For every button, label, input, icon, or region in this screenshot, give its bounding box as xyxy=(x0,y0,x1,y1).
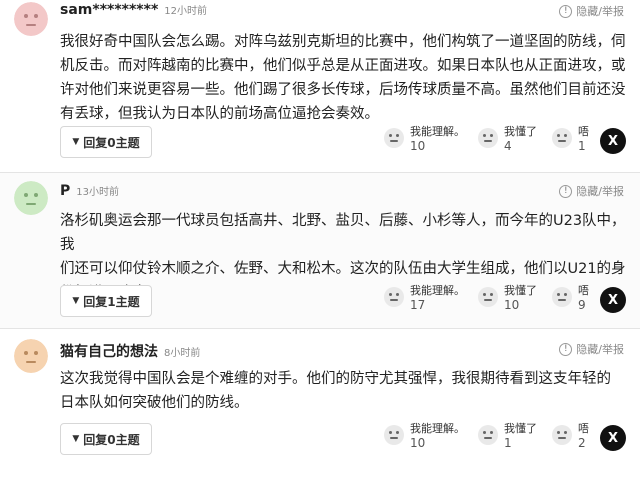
reaction-label: 我能理解。 xyxy=(410,422,465,435)
comment-author[interactable]: sam********* 12小时前 xyxy=(60,2,207,18)
hide-report-label: 隐藏/举报 xyxy=(576,185,624,198)
hide-report-button[interactable]: ! 隐藏/举报 xyxy=(559,3,624,19)
hide-report-label: 隐藏/举报 xyxy=(576,343,624,356)
reaction-label: 唔 xyxy=(578,125,589,138)
comment-time: 13小时前 xyxy=(76,187,119,198)
author-name: sam********* xyxy=(60,2,159,18)
reaction-count: 10 xyxy=(410,436,426,450)
comment-line: 机反击。而对阵越南的比赛中，他们似乎总是从正面进攻。如果日本队也从正面进攻，或 xyxy=(60,58,626,74)
emoji-hmm-icon xyxy=(552,128,572,148)
warning-icon: ! xyxy=(559,184,573,198)
reaction-label: 我懂了 xyxy=(504,422,537,435)
warning-icon: ! xyxy=(559,4,573,18)
reaction-label: 唔 xyxy=(578,422,589,435)
emoji-got-it-icon xyxy=(478,128,498,148)
comment-card: sam********* 12小时前 ! 隐藏/举报 我很好奇中国队会怎么踢。对阵… xyxy=(0,0,640,172)
reaction-label: 我懂了 xyxy=(504,125,537,138)
reaction-got-it[interactable]: 我懂了 10 xyxy=(478,283,537,313)
hide-report-label: 隐藏/举报 xyxy=(576,5,624,18)
reaction-count: 10 xyxy=(504,298,520,312)
reply-label: 回复1主题 xyxy=(83,294,140,309)
comment-card: P 13小时前 ! 隐藏/举报 洛杉矶奥运会那一代球员包括高井、北野、盐贝、后藤、… xyxy=(0,173,640,328)
comment-feed: sam********* 12小时前 ! 隐藏/举报 我很好奇中国队会怎么踢。对阵… xyxy=(0,0,640,482)
comment-line: 有丢球，但我认为日本队的前场高位逼抢会奏效。 xyxy=(60,106,379,122)
comment-author[interactable]: 猫有自己的想法 8小时前 xyxy=(60,341,200,361)
reaction-label: 我懂了 xyxy=(504,284,537,297)
emoji-hmm-icon xyxy=(552,425,572,445)
reply-label: 回复0主题 xyxy=(83,432,140,447)
reaction-understand[interactable]: 我能理解。 10 xyxy=(384,124,465,154)
reaction-count: 10 xyxy=(410,139,426,153)
reaction-got-it[interactable]: 我懂了 1 xyxy=(478,421,537,451)
reaction-hmm[interactable]: 唔9 xyxy=(552,283,589,313)
comment-card: 猫有自己的想法 8小时前 ! 隐藏/举报 这次我觉得中国队会是个难缠的对手。他们的… xyxy=(0,329,640,482)
chevron-down-icon: ▼ xyxy=(72,137,80,147)
reply-label: 回复0主题 xyxy=(83,135,140,150)
hide-report-button[interactable]: ! 隐藏/举报 xyxy=(559,183,624,199)
emoji-understand-icon xyxy=(384,287,404,307)
reaction-label: 我能理解。 xyxy=(410,284,465,297)
comment-text: 这次我觉得中国队会是个难缠的对手。他们的防守尤其强悍，我很期待看到这支年轻的 日… xyxy=(60,367,632,415)
reaction-label: 唔 xyxy=(578,284,589,297)
user-avatar[interactable] xyxy=(14,339,48,373)
x-share-icon[interactable]: X xyxy=(600,425,626,451)
reaction-count: 1 xyxy=(504,436,512,450)
comment-line: 我很好奇中国队会怎么踢。对阵乌兹别克斯坦的比赛中，他们构筑了一道坚固的防线，伺 xyxy=(60,34,626,50)
reply-button[interactable]: ▼ 回复1主题 xyxy=(60,285,152,317)
comment-line: 许对他们来说更容易一些。他们踢了很多长传球，后场传球质量不高。虽然他们目前还没 xyxy=(60,82,626,98)
reaction-count: 1 xyxy=(578,139,586,153)
comment-line: 洛杉矶奥运会那一代球员包括高井、北野、盐贝、后藤、小杉等人，而今年的U23队中，… xyxy=(60,213,626,253)
emoji-got-it-icon xyxy=(478,287,498,307)
emoji-understand-icon xyxy=(384,128,404,148)
emoji-hmm-icon xyxy=(552,287,572,307)
comment-author[interactable]: P 13小时前 xyxy=(60,183,119,199)
comment-line: 这次我觉得中国队会是个难缠的对手。他们的防守尤其强悍，我很期待看到这支年轻的 xyxy=(60,371,611,387)
x-share-icon[interactable]: X xyxy=(600,128,626,154)
comment-text: 我很好奇中国队会怎么踢。对阵乌兹别克斯坦的比赛中，他们构筑了一道坚固的防线，伺 … xyxy=(60,30,632,126)
reaction-understand[interactable]: 我能理解。 17 xyxy=(384,283,465,313)
reaction-count: 17 xyxy=(410,298,426,312)
reaction-count: 4 xyxy=(504,139,512,153)
user-avatar[interactable] xyxy=(14,181,48,215)
warning-icon: ! xyxy=(559,342,573,356)
reaction-label: 我能理解。 xyxy=(410,125,465,138)
chevron-down-icon: ▼ xyxy=(72,434,80,444)
reaction-hmm[interactable]: 唔1 xyxy=(552,124,589,154)
comment-time: 12小时前 xyxy=(164,6,207,17)
emoji-got-it-icon xyxy=(478,425,498,445)
comment-time: 8小时前 xyxy=(164,348,201,359)
reaction-count: 2 xyxy=(578,436,586,450)
author-name: 猫有自己的想法 xyxy=(60,344,158,360)
hide-report-button[interactable]: ! 隐藏/举报 xyxy=(559,341,624,357)
emoji-understand-icon xyxy=(384,425,404,445)
reaction-hmm[interactable]: 唔2 xyxy=(552,421,589,451)
reply-button[interactable]: ▼ 回复0主题 xyxy=(60,423,152,455)
author-name: P xyxy=(60,183,71,199)
comment-line: 们还可以仰仗铃木顺之介、佐野、大和松木。这次的队伍由大学生组成，他们以U21的身 xyxy=(60,261,626,277)
reaction-count: 9 xyxy=(578,298,586,312)
user-avatar[interactable] xyxy=(14,2,48,36)
chevron-down-icon: ▼ xyxy=(72,296,80,306)
comment-line: 日本队如何突破他们的防线。 xyxy=(60,395,249,411)
reaction-understand[interactable]: 我能理解。 10 xyxy=(384,421,465,451)
reaction-got-it[interactable]: 我懂了 4 xyxy=(478,124,537,154)
x-share-icon[interactable]: X xyxy=(600,287,626,313)
reply-button[interactable]: ▼ 回复0主题 xyxy=(60,126,152,158)
